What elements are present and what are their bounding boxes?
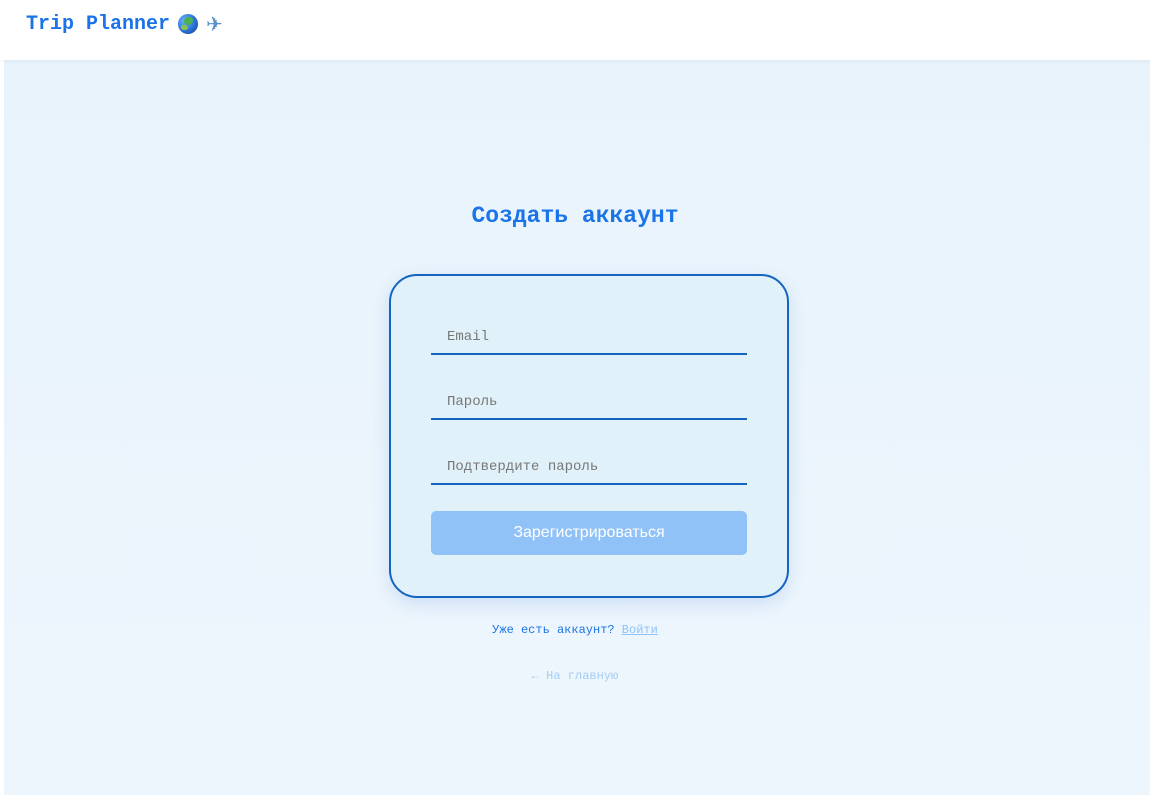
confirm-password-field[interactable] [431, 451, 747, 485]
signup-card: Зарегистрироваться [389, 274, 789, 598]
brand-link[interactable]: Trip Planner ✈ [26, 12, 223, 36]
register-button[interactable]: Зарегистрироваться [431, 511, 747, 555]
login-link[interactable]: Войти [622, 623, 658, 637]
airplane-icon: ✈ [206, 12, 223, 36]
password-field[interactable] [431, 386, 747, 420]
login-prompt: Уже есть аккаунт? [492, 623, 615, 637]
email-field[interactable] [431, 321, 747, 355]
home-link[interactable]: ← На главную [0, 669, 1150, 683]
brand-title: Trip Planner [26, 12, 171, 36]
globe-icon [178, 14, 199, 34]
top-bar: Trip Planner ✈ [0, 0, 1150, 60]
page-title: Создать аккаунт [471, 203, 679, 229]
login-prompt-line: Уже есть аккаунт? Войти [0, 623, 1150, 637]
